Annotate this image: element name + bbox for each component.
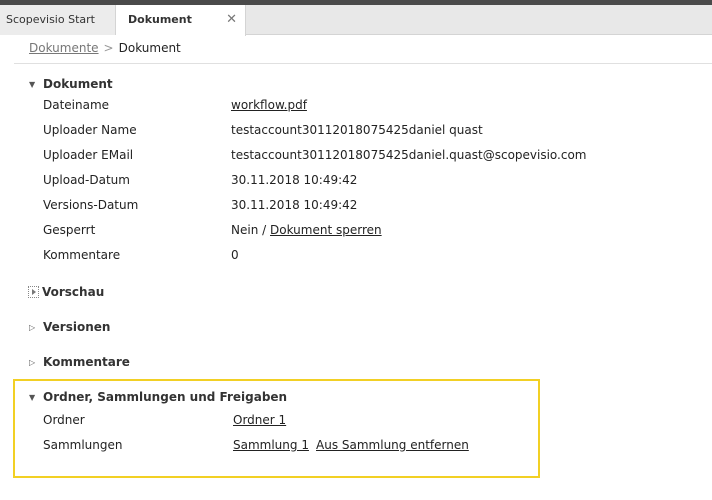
section-title: Dokument [43, 77, 113, 91]
folder-link[interactable]: Ordner 1 [233, 413, 286, 427]
field-label-kommentare: Kommentare [43, 248, 121, 262]
locked-value: Nein [231, 223, 259, 237]
field-label-uploader-name: Uploader Name [43, 123, 137, 137]
field-label-gesperrt: Gesperrt [43, 223, 96, 237]
field-label-ordner: Ordner [43, 413, 85, 427]
remove-from-collection-link[interactable]: Aus Sammlung entfernen [316, 438, 469, 452]
breadcrumb: Dokumente > Dokument [29, 41, 181, 55]
filename-link[interactable]: workflow.pdf [231, 98, 307, 112]
field-label-dateiname: Dateiname [43, 98, 110, 112]
breadcrumb-current: Dokument [118, 41, 181, 55]
comment-count-value: 0 [231, 248, 239, 262]
section-title: Kommentare [43, 355, 130, 369]
section-kommentare-header[interactable]: ▷ Kommentare [29, 355, 130, 369]
field-label-sammlungen: Sammlungen [43, 438, 123, 452]
field-label-uploader-email: Uploader EMail [43, 148, 134, 162]
section-title: Versionen [43, 320, 111, 334]
expanded-arrow-icon: ▼ [29, 80, 36, 89]
section-title: Vorschau [42, 285, 105, 299]
locked-status: Nein / Dokument sperren [231, 223, 382, 237]
locked-separator: / [262, 223, 267, 237]
tab-strip: Scopevisio Start Dokument ✕ [0, 5, 712, 36]
collapsed-arrow-icon: ▷ [29, 323, 36, 332]
uploader-email-value: testaccount30112018075425daniel.quast@sc… [231, 148, 587, 162]
field-label-versions-datum: Versions-Datum [43, 198, 139, 212]
breadcrumb-separator: > [103, 41, 114, 55]
close-icon[interactable]: ✕ [226, 5, 237, 34]
version-date-value: 30.11.2018 10:49:42 [231, 198, 358, 212]
section-ordner-header[interactable]: ▼ Ordner, Sammlungen und Freigaben [29, 390, 287, 404]
tab-scopevisio-start[interactable]: Scopevisio Start [0, 5, 116, 35]
tab-label: Scopevisio Start [6, 13, 95, 26]
collapsed-arrow-icon: ▷ [29, 358, 36, 367]
breadcrumb-dokumente-link[interactable]: Dokumente [29, 41, 99, 55]
expanded-arrow-icon: ▼ [29, 393, 36, 402]
tab-label: Dokument [128, 13, 192, 26]
preview-icon [28, 286, 39, 298]
upload-date-value: 30.11.2018 10:49:42 [231, 173, 358, 187]
tab-dokument[interactable]: Dokument ✕ [116, 5, 246, 36]
section-vorschau-header[interactable]: Vorschau [28, 285, 105, 299]
uploader-name-value: testaccount30112018075425daniel quast [231, 123, 483, 137]
section-dokument-header[interactable]: ▼ Dokument [29, 77, 113, 91]
field-label-upload-datum: Upload-Datum [43, 173, 130, 187]
section-versionen-header[interactable]: ▷ Versionen [29, 320, 110, 334]
lock-document-link[interactable]: Dokument sperren [270, 223, 382, 237]
header-divider [14, 63, 712, 64]
section-title: Ordner, Sammlungen und Freigaben [43, 390, 288, 404]
collection-link[interactable]: Sammlung 1 [233, 438, 309, 452]
